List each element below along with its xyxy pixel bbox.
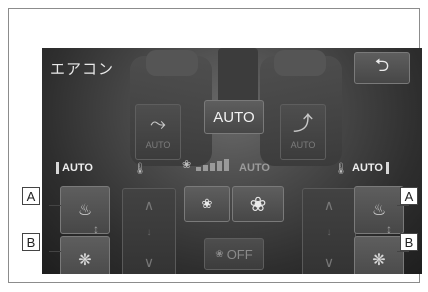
chevron-up-icon[interactable]: ∧	[303, 197, 355, 214]
driver-auto-label: AUTO	[62, 162, 93, 174]
passenger-headrest-background	[274, 50, 326, 76]
driver-seat-ventilation-button[interactable]: ❋	[60, 236, 110, 274]
chevron-down-icon[interactable]: ∨	[303, 254, 355, 271]
passenger-seat-heater-button[interactable]: ♨	[354, 186, 404, 234]
driver-temperature-control[interactable]: ∧ ↓ ∨	[122, 188, 176, 274]
off-button[interactable]: ❀ OFF	[204, 238, 264, 270]
fan-small-icon: ❀	[201, 196, 213, 211]
callout-b-right: B	[400, 233, 418, 251]
passenger-temperature-control[interactable]: ∧ ↓ ∨	[302, 188, 356, 274]
callout-a-left: A	[22, 187, 40, 205]
climate-screen: エアコン ⮌ ⤳ AUTO AUTO ⤴ AUTO AUTO 🌡 ❀ AUTO …	[42, 48, 422, 274]
callout-leader-line	[397, 205, 409, 206]
fan-level-bar	[196, 167, 202, 171]
driver-seat-swing-button[interactable]: ⤳ AUTO	[135, 104, 181, 160]
seat-heater-icon: ♨	[77, 202, 93, 219]
auto-button[interactable]: AUTO	[204, 100, 264, 134]
fan-level-bar	[210, 163, 216, 171]
driver-headrest-background	[146, 50, 198, 76]
passenger-seat-swing-button[interactable]: ⤴ AUTO	[280, 104, 326, 160]
seat-airflow-icon: ↕	[93, 222, 99, 236]
fan-level-bar	[203, 165, 209, 171]
seat-ventilation-icon: ❋	[372, 252, 386, 269]
driver-seat-auto-indicator: AUTO	[56, 162, 93, 175]
passenger-seat-swing-label: AUTO	[290, 140, 316, 150]
level-bar-icon	[385, 162, 389, 175]
temperature-indicator-icon: ↓	[146, 227, 152, 238]
fan-level-indicator: ❀	[182, 158, 230, 171]
screen-title: エアコン	[50, 61, 115, 78]
driver-seat-swing-label: AUTO	[145, 140, 171, 150]
figure-frame: エアコン ⮌ ⤳ AUTO AUTO ⤴ AUTO AUTO 🌡 ❀ AUTO …	[8, 8, 422, 283]
seat-recline-icon: ⤴	[293, 113, 313, 135]
chevron-up-icon[interactable]: ∧	[123, 197, 175, 214]
center-console-background	[218, 48, 258, 108]
fan-large-icon: ❀	[249, 193, 267, 216]
fan-level-bar	[217, 161, 223, 171]
seat-recline-icon: ⤳	[150, 113, 166, 135]
callout-leader-line	[49, 205, 61, 206]
callout-b-left: B	[22, 233, 40, 251]
back-button[interactable]: ⮌	[354, 52, 410, 84]
callout-leader-line	[49, 251, 61, 252]
fan-auto-label: AUTO	[239, 162, 270, 174]
thermometer-icon: 🌡	[133, 163, 147, 175]
fan-small-icon: ❀	[215, 248, 224, 260]
seat-heater-icon: ♨	[371, 202, 387, 219]
passenger-seat-ventilation-button[interactable]: ❋	[354, 236, 404, 274]
return-arrow-icon: ⮌	[374, 55, 390, 75]
fan-level-bar	[224, 159, 230, 171]
chevron-down-icon[interactable]: ∨	[123, 254, 175, 271]
seat-ventilation-icon: ❋	[78, 252, 92, 269]
temperature-indicator-icon: ↓	[326, 227, 332, 238]
seat-airflow-icon: ↕	[386, 222, 392, 236]
passenger-auto-label: AUTO	[352, 162, 383, 174]
driver-seat-heater-button[interactable]: ♨	[60, 186, 110, 234]
thermometer-icon: 🌡	[334, 163, 348, 175]
off-label: OFF	[226, 246, 253, 262]
callout-leader-line	[397, 251, 409, 252]
fan-small-icon: ❀	[182, 159, 192, 171]
fan-speed-up-button[interactable]: ❀	[232, 186, 284, 222]
level-bar-icon	[56, 162, 59, 175]
passenger-seat-auto-indicator: AUTO	[352, 162, 392, 175]
fan-speed-down-button[interactable]: ❀	[184, 186, 230, 222]
callout-a-right: A	[400, 187, 418, 205]
